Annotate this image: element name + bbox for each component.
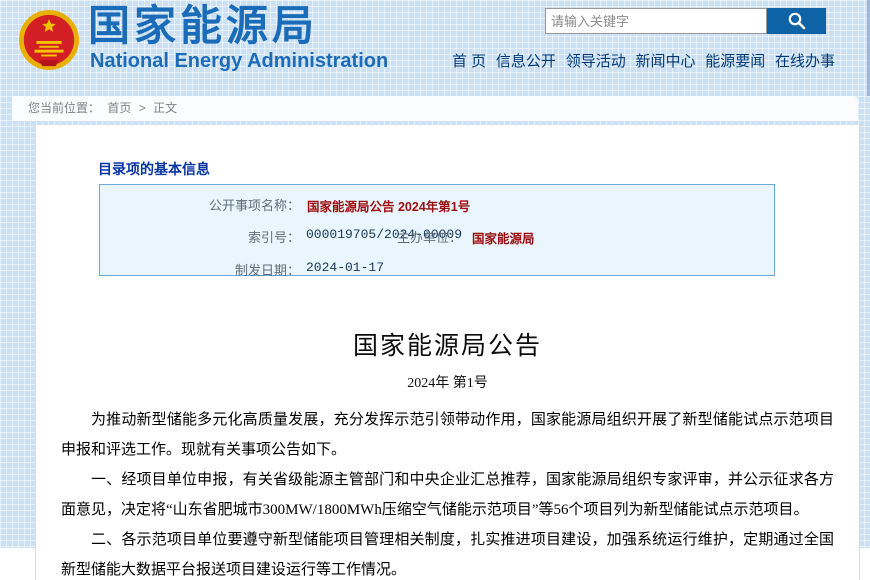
directory-info-box: 公开事项名称： 国家能源局公告 2024年第1号 索引号： 000019705/… — [99, 184, 775, 276]
search-icon — [786, 10, 808, 32]
info-row-index-org: 索引号： 000019705/2024-00009 主办单位： 国家能源局 — [100, 227, 774, 243]
breadcrumb-separator: > — [139, 101, 146, 115]
org-value: 国家能源局 — [472, 228, 535, 247]
nav-item-energy[interactable]: 能源要闻 — [705, 50, 765, 71]
info-row-name: 公开事项名称： 国家能源局公告 2024年第1号 — [100, 195, 774, 211]
name-label: 公开事项名称： — [100, 195, 300, 214]
article-issue-number: 2024年 第1号 — [36, 372, 859, 392]
nav-item-info[interactable]: 信息公开 — [496, 50, 556, 71]
date-value: 2024-01-17 — [306, 260, 384, 275]
article-paragraph: 二、各示范项目单位要遵守新型储能项目管理相关制度，扎实推进项目建设，加强系统运行… — [61, 525, 834, 580]
site-title-en: National Energy Administration — [90, 50, 388, 73]
search-input[interactable] — [545, 8, 767, 34]
org-label: 主办单位： — [392, 227, 462, 246]
national-emblem-logo — [18, 8, 80, 72]
breadcrumb-home-link[interactable]: 首页 — [107, 101, 131, 115]
main-nav: 首 页 信息公开 领导活动 新闻中心 能源要闻 在线办事 — [452, 50, 835, 71]
breadcrumb: 您当前位置： 首页 > 正文 — [12, 96, 858, 121]
article-body: 为推动新型储能多元化高质量发展，充分发挥示范引领带动作用，国家能源局组织开展了新… — [61, 405, 834, 580]
nav-item-news[interactable]: 新闻中心 — [635, 50, 695, 71]
directory-info-heading: 目录项的基本信息 — [98, 159, 210, 179]
breadcrumb-label: 您当前位置： — [28, 101, 100, 115]
article-paragraph: 一、经项目单位申报，有关省级能源主管部门和中央企业汇总推荐，国家能源局组织专家评… — [61, 465, 834, 525]
nav-item-home[interactable]: 首 页 — [452, 50, 486, 71]
info-row-date: 制发日期： 2024-01-17 — [100, 260, 774, 276]
site-title-cn: 国家能源局 — [88, 0, 318, 52]
breadcrumb-current: 正文 — [153, 101, 177, 115]
name-value: 国家能源局公告 2024年第1号 — [307, 196, 470, 215]
nav-item-services[interactable]: 在线办事 — [775, 50, 835, 71]
search-button[interactable] — [767, 8, 826, 34]
nav-item-leaders[interactable]: 领导活动 — [566, 50, 626, 71]
index-label: 索引号： — [100, 227, 300, 246]
article-title: 国家能源局公告 — [36, 326, 859, 362]
article-paragraph: 为推动新型储能多元化高质量发展，充分发挥示范引领带动作用，国家能源局组织开展了新… — [61, 405, 834, 465]
page: 国家能源局 National Energy Administration 首 页… — [0, 0, 870, 580]
content-panel: 目录项的基本信息 公开事项名称： 国家能源局公告 2024年第1号 索引号： 0… — [35, 125, 860, 580]
date-label: 制发日期： — [100, 260, 300, 279]
